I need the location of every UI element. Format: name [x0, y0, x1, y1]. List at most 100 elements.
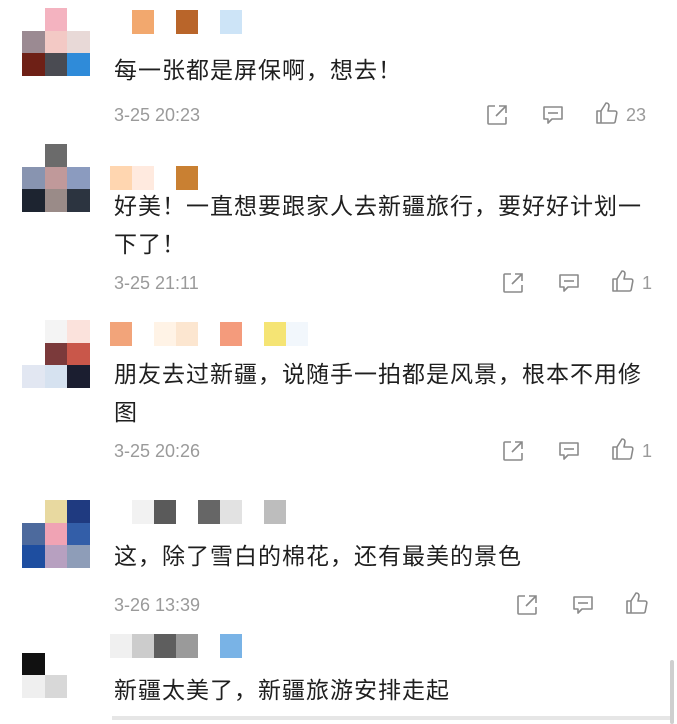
comment-text: 每一张都是屏保啊，想去！	[114, 58, 402, 84]
avatar-mosaic-cell	[67, 675, 90, 698]
avatar-mosaic-cell	[22, 8, 45, 31]
avatar-mosaic-cell	[22, 320, 45, 343]
avatar-mosaic-cell	[22, 144, 45, 167]
username-mosaic-cell	[220, 500, 242, 524]
comment-text: 朋友去过新疆，说随手一拍都是风景，根本不用修图	[114, 362, 642, 426]
avatar-mosaic-cell	[44, 320, 68, 343]
username-mosaic-cell	[154, 10, 176, 34]
share-icon[interactable]	[484, 102, 510, 128]
username-mosaic-cell	[154, 322, 176, 346]
username-mosaic-cell	[264, 500, 286, 524]
username-mosaic-cell	[132, 322, 154, 346]
thumbs-up-icon	[624, 590, 650, 620]
username-mosaic-cell	[154, 500, 176, 524]
avatar-mosaic-cell	[22, 342, 45, 366]
avatar-mosaic-cell	[67, 166, 90, 190]
share-icon[interactable]	[500, 270, 526, 296]
username-mosaic-cell	[242, 500, 264, 524]
comment-time: 3-25 20:23	[114, 105, 201, 125]
avatar[interactable]	[22, 8, 90, 76]
avatar-mosaic-cell	[22, 53, 45, 76]
avatar[interactable]	[22, 500, 90, 568]
avatar[interactable]	[22, 144, 90, 212]
username-mosaic-cell	[176, 634, 198, 658]
username-mosaic-cell	[110, 500, 132, 524]
username-mosaic-cell	[132, 166, 154, 190]
avatar-mosaic-cell	[67, 545, 90, 568]
username-mosaic-cell	[132, 634, 154, 658]
username-redacted[interactable]	[110, 166, 198, 190]
username-mosaic-cell	[176, 500, 198, 524]
like-button[interactable]: 23	[594, 102, 646, 128]
avatar-mosaic-cell	[44, 342, 68, 366]
like-count: 1	[642, 440, 653, 461]
avatar-mosaic-cell	[67, 652, 90, 676]
reply-icon[interactable]	[556, 438, 582, 464]
thumbs-up-icon	[610, 268, 636, 298]
username-mosaic-cell	[220, 322, 242, 346]
avatar-mosaic-cell	[22, 189, 45, 212]
username-mosaic-cell	[176, 166, 198, 190]
avatar-mosaic-cell	[44, 630, 68, 653]
username-redacted[interactable]	[110, 10, 242, 34]
username-redacted[interactable]	[110, 634, 242, 658]
username-mosaic-cell	[176, 10, 198, 34]
divider	[112, 716, 672, 720]
avatar-mosaic-cell	[22, 652, 45, 676]
like-count: 23	[626, 104, 647, 125]
like-count: 1	[642, 272, 653, 293]
like-button[interactable]: 1	[610, 270, 652, 296]
comment-time: 3-25 20:26	[114, 441, 201, 461]
username-redacted[interactable]	[110, 500, 286, 524]
username-mosaic-cell	[132, 500, 154, 524]
avatar-mosaic-cell	[22, 500, 45, 523]
username-mosaic-cell	[198, 10, 220, 34]
comment-text: 新疆太美了，新疆旅游安排走起	[114, 678, 450, 704]
like-button[interactable]: 1	[610, 438, 652, 464]
avatar[interactable]	[22, 630, 90, 698]
share-icon[interactable]	[514, 592, 540, 618]
comment-meta: 3-25 21:11 1	[114, 270, 652, 296]
avatar-mosaic-cell	[22, 365, 45, 388]
share-icon[interactable]	[500, 438, 526, 464]
avatar-mosaic-cell	[44, 166, 68, 190]
avatar-mosaic-cell	[44, 8, 68, 31]
username-mosaic-cell	[110, 10, 132, 34]
avatar[interactable]	[22, 320, 90, 388]
username-mosaic-cell	[286, 322, 308, 346]
avatar-mosaic-cell	[67, 365, 90, 388]
avatar-mosaic-cell	[44, 365, 68, 388]
username-mosaic-cell	[154, 634, 176, 658]
username-redacted[interactable]	[110, 322, 308, 346]
username-mosaic-cell	[220, 634, 242, 658]
reply-icon[interactable]	[556, 270, 582, 296]
avatar-mosaic-cell	[67, 30, 90, 54]
comment-meta: 3-26 13:39	[114, 592, 649, 618]
username-mosaic-cell	[198, 322, 220, 346]
comment-meta: 3-25 20:26 1	[114, 438, 652, 464]
avatar-mosaic-cell	[44, 144, 68, 167]
avatar-mosaic-cell	[67, 320, 90, 343]
avatar-mosaic-cell	[44, 189, 68, 212]
avatar-mosaic-cell	[22, 522, 45, 546]
username-mosaic-cell	[198, 500, 220, 524]
username-mosaic-cell	[242, 322, 264, 346]
thumbs-up-icon	[610, 436, 636, 466]
username-mosaic-cell	[198, 634, 220, 658]
avatar-mosaic-cell	[67, 630, 90, 653]
username-mosaic-cell	[110, 634, 132, 658]
thumbs-up-icon	[594, 100, 620, 130]
avatar-mosaic-cell	[44, 675, 68, 698]
avatar-mosaic-cell	[44, 545, 68, 568]
reply-icon[interactable]	[540, 102, 566, 128]
avatar-mosaic-cell	[44, 30, 68, 54]
comment-text: 这，除了雪白的棉花，还有最美的景色	[114, 544, 522, 570]
avatar-mosaic-cell	[44, 53, 68, 76]
scrollbar[interactable]	[670, 660, 674, 724]
comment-meta: 3-25 20:23 23	[114, 102, 649, 128]
avatar-mosaic-cell	[44, 522, 68, 546]
reply-icon[interactable]	[570, 592, 596, 618]
comment-time: 3-26 13:39	[114, 595, 201, 615]
like-button[interactable]	[624, 592, 656, 618]
avatar-mosaic-cell	[67, 53, 90, 76]
